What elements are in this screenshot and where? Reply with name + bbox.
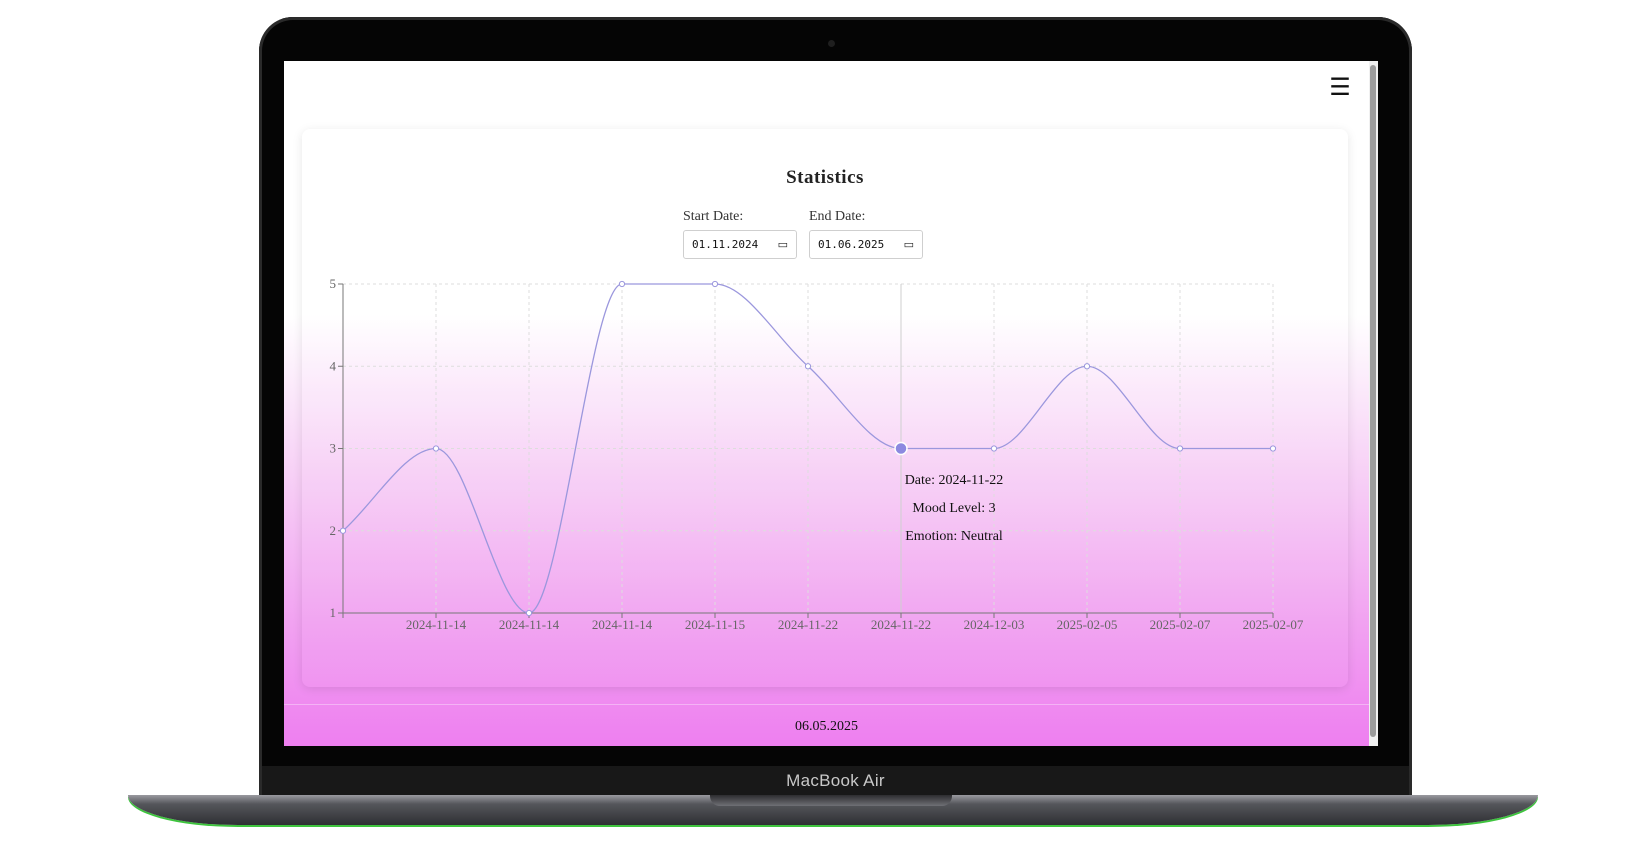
x-axis-ticks: 2024-11-14 2024-11-14 2024-11-14 2024-11-15… (342, 613, 1304, 632)
y-tick-label: 1 (330, 605, 337, 620)
data-point (525, 609, 533, 617)
chart-tooltip: Date: 2024-11-22 Mood Level: 3 Emotion: … (905, 473, 1004, 544)
x-tick-label: 2024-12-03 (964, 617, 1025, 632)
y-tick-label: 4 (330, 358, 337, 373)
data-point (1269, 445, 1277, 452)
x-tick-label: 2024-11-22 (778, 617, 838, 632)
x-tick-label: 2024-11-14 (592, 617, 653, 632)
camera-icon (828, 40, 835, 47)
x-tick-label: 2025-02-05 (1057, 617, 1118, 632)
x-tick-label: 2024-11-14 (406, 617, 467, 632)
data-point (804, 363, 812, 370)
chart-grid (343, 283, 1274, 614)
y-tick-label: 2 (330, 523, 337, 538)
x-tick-label: 2024-11-22 (871, 617, 931, 632)
data-point (618, 280, 626, 288)
y-tick-label: 3 (330, 441, 337, 456)
y-axis-ticks: 1 2 3 4 5 (330, 276, 343, 620)
data-point (432, 445, 440, 452)
tooltip-date: Date: 2024-11-22 (905, 473, 1004, 488)
mood-line-chart[interactable]: 2024-11-14 2024-11-14 2024-11-14 2024-11-15… (302, 129, 1348, 687)
laptop-bottom-bezel: MacBook Air (262, 766, 1409, 796)
vertical-scrollbar[interactable] (1369, 61, 1378, 746)
data-point (711, 280, 719, 288)
footer-date: 06.05.2025 (284, 704, 1369, 746)
tooltip-emotion: Emotion: Neutral (905, 529, 1003, 544)
x-tick-label: 2024-11-15 (685, 617, 745, 632)
x-tick-label: 2024-11-14 (499, 617, 560, 632)
y-tick-label: 5 (330, 276, 337, 291)
hamburger-menu-icon[interactable]: ☰ (1324, 71, 1356, 103)
scrollbar-thumb[interactable] (1370, 65, 1376, 737)
laptop-hinge-notch (710, 795, 952, 806)
active-data-point (894, 441, 908, 456)
statistics-card: Statistics Start Date: 01.11.2024 ▭ End … (302, 129, 1348, 687)
device-brand-label: MacBook Air (786, 771, 885, 790)
tooltip-mood: Mood Level: 3 (912, 501, 995, 516)
x-tick-label: 2025-02-07 (1150, 617, 1211, 632)
data-point (1176, 445, 1184, 452)
data-point (1083, 363, 1091, 370)
data-point (339, 527, 347, 534)
browser-viewport: ☰ Statistics Start Date: 01.11.2024 ▭ En… (284, 61, 1378, 746)
data-point (990, 445, 998, 452)
x-tick-label: 2025-02-07 (1243, 617, 1304, 632)
